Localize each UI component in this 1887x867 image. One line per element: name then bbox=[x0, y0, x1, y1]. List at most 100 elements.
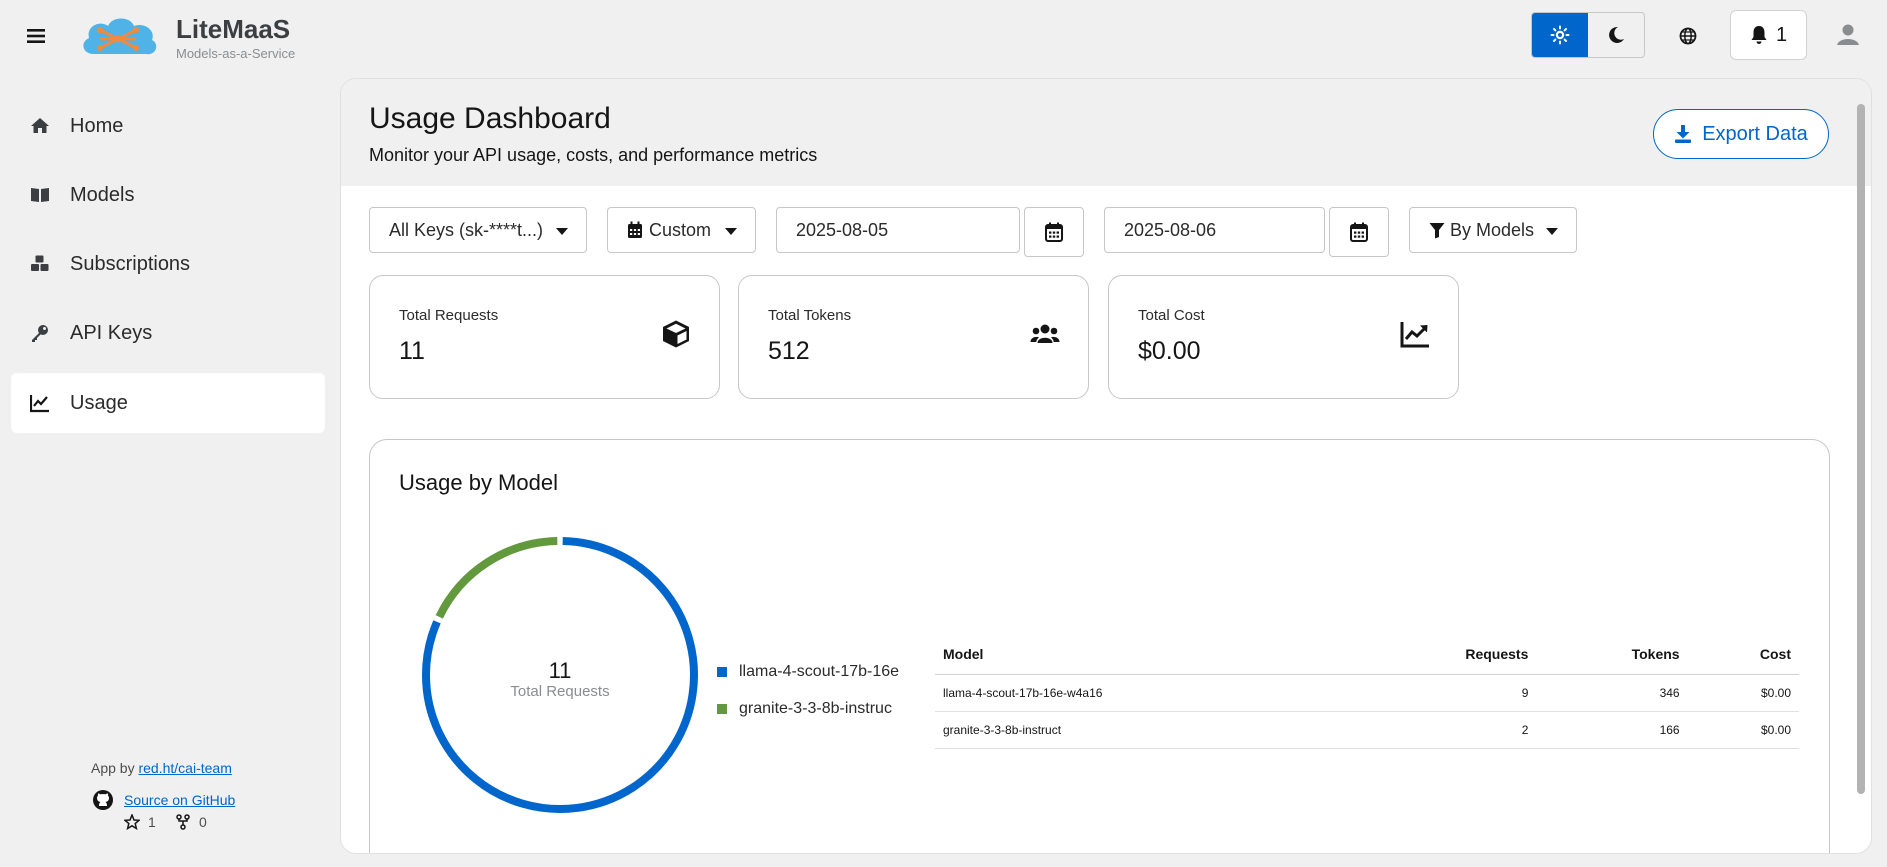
github-stars: 1 bbox=[124, 814, 156, 830]
credit-link[interactable]: red.ht/cai-team bbox=[138, 760, 231, 776]
total-requests-card: Total Requests 11 bbox=[369, 275, 720, 399]
caret-down-icon bbox=[556, 228, 568, 235]
column-header[interactable]: Tokens bbox=[1536, 634, 1688, 675]
sidebar-item-home[interactable]: Home bbox=[11, 96, 325, 156]
brand-name: LiteMaaS bbox=[176, 14, 291, 44]
usage-table: Model Requests Tokens Cost llama-4-scout… bbox=[935, 634, 1799, 749]
api-keys-select-value: All Keys (sk-****t...) bbox=[389, 219, 544, 240]
footer-credit: App by red.ht/cai-team bbox=[91, 760, 232, 776]
tokens-cell: 346 bbox=[1536, 674, 1688, 712]
stat-value: 512 bbox=[768, 337, 810, 365]
model-cell: granite-3-3-8b-instruct bbox=[935, 711, 1350, 749]
legend-item[interactable]: llama-4-scout-17b-16e bbox=[717, 653, 907, 690]
tokens-cell: 166 bbox=[1536, 711, 1688, 749]
export-data-label: Export Data bbox=[1702, 122, 1808, 145]
stat-label: Total Requests bbox=[399, 307, 499, 324]
caret-down-icon bbox=[1546, 228, 1558, 235]
stat-value: 11 bbox=[399, 337, 425, 365]
filter-icon bbox=[1429, 222, 1445, 239]
github-source-link[interactable]: Source on GitHub bbox=[124, 792, 235, 808]
sidebar-item-label: Models bbox=[70, 183, 135, 206]
stat-value: $0.00 bbox=[1138, 337, 1201, 365]
column-header[interactable]: Model bbox=[935, 634, 1350, 675]
globe-icon bbox=[1679, 27, 1697, 45]
chart-title: Usage by Model bbox=[399, 470, 558, 495]
date-range-select-value: Custom bbox=[649, 219, 712, 240]
donut-center-label: Total Requests bbox=[510, 683, 610, 700]
sidebar-item-api-keys[interactable]: API Keys bbox=[11, 303, 325, 363]
masthead: LiteMaaS Models-as-a-Service 1 bbox=[0, 0, 1887, 72]
dark-theme-button[interactable] bbox=[1588, 13, 1644, 57]
home-icon bbox=[30, 116, 50, 136]
stat-label: Total Cost bbox=[1138, 307, 1205, 324]
moon-icon bbox=[1606, 25, 1626, 45]
sidebar-nav: Home Models Subscriptions API Keys Usage bbox=[0, 72, 330, 867]
stat-label: Total Tokens bbox=[768, 307, 852, 324]
sidebar-item-subscriptions[interactable]: Subscriptions bbox=[11, 234, 325, 294]
page-header: Usage Dashboard Monitor your API usage, … bbox=[341, 79, 1871, 186]
main-panel: Usage Dashboard Monitor your API usage, … bbox=[340, 78, 1872, 854]
column-header[interactable]: Requests bbox=[1349, 634, 1537, 675]
cost-cell: $0.00 bbox=[1687, 674, 1799, 712]
column-header[interactable]: Cost bbox=[1687, 634, 1799, 675]
legend-swatch bbox=[717, 703, 727, 714]
key-icon bbox=[30, 323, 50, 343]
table-row: llama-4-scout-17b-16e-w4a16 9 346 $0.00 bbox=[935, 674, 1799, 712]
total-cost-card: Total Cost $0.00 bbox=[1108, 275, 1459, 399]
sidebar-item-usage[interactable]: Usage bbox=[11, 373, 325, 433]
cubes-icon bbox=[30, 254, 50, 274]
fork-count: 0 bbox=[199, 814, 207, 830]
start-date-input[interactable] bbox=[776, 207, 1020, 253]
language-globe-button[interactable] bbox=[1670, 20, 1706, 52]
model-cell: llama-4-scout-17b-16e-w4a16 bbox=[935, 674, 1350, 712]
usage-by-model-card: Usage by Model 11 Total Requests llama-4… bbox=[369, 439, 1830, 853]
chart-legend: llama-4-scout-17b-16e granite-3-3-8b-ins… bbox=[717, 653, 907, 727]
users-icon bbox=[1030, 319, 1060, 349]
legend-item[interactable]: granite-3-3-8b-instruc bbox=[717, 690, 907, 727]
group-by-select[interactable]: By Models bbox=[1409, 207, 1577, 253]
legend-label: granite-3-3-8b-instruc bbox=[739, 699, 892, 717]
sidebar-item-models[interactable]: Models bbox=[11, 165, 325, 225]
github-icon bbox=[92, 789, 114, 811]
hamburger-menu-icon[interactable] bbox=[24, 24, 48, 48]
bell-icon bbox=[1750, 25, 1768, 45]
table-header-row: Model Requests Tokens Cost bbox=[935, 634, 1799, 675]
legend-swatch bbox=[717, 666, 727, 677]
github-forks: 0 bbox=[175, 814, 207, 830]
requests-cell: 9 bbox=[1349, 674, 1537, 712]
scrollbar-thumb[interactable] bbox=[1857, 104, 1865, 794]
star-icon bbox=[124, 814, 140, 830]
calendar-icon bbox=[1045, 222, 1063, 242]
date-range-select[interactable]: Custom bbox=[607, 207, 756, 253]
donut-slice-granite-3-3-8b-instruct[interactable] bbox=[435, 537, 558, 619]
book-icon bbox=[30, 185, 50, 205]
sidebar-item-label: Usage bbox=[70, 391, 128, 414]
caret-down-icon bbox=[725, 228, 737, 235]
donut-center-value: 11 bbox=[548, 658, 572, 683]
litemaas-logo[interactable] bbox=[78, 12, 160, 60]
end-date-calendar-button[interactable] bbox=[1329, 207, 1389, 257]
legend-label: llama-4-scout-17b-16e bbox=[739, 662, 900, 680]
sidebar-item-label: API Keys bbox=[70, 321, 153, 344]
end-date-input[interactable] bbox=[1104, 207, 1325, 253]
light-theme-button[interactable] bbox=[1532, 13, 1588, 57]
export-data-button[interactable]: Export Data bbox=[1653, 109, 1829, 159]
calendar-icon bbox=[1350, 222, 1368, 242]
calendar-icon bbox=[627, 221, 643, 239]
start-date-calendar-button[interactable] bbox=[1024, 207, 1084, 257]
notifications-button[interactable]: 1 bbox=[1730, 10, 1807, 60]
brand-tagline: Models-as-a-Service bbox=[176, 46, 296, 61]
fork-icon bbox=[175, 814, 191, 830]
total-tokens-card: Total Tokens 512 bbox=[738, 275, 1089, 399]
user-avatar[interactable] bbox=[1830, 16, 1866, 52]
page-title: Usage Dashboard bbox=[369, 102, 611, 135]
cube-icon bbox=[661, 319, 691, 349]
requests-cell: 2 bbox=[1349, 711, 1537, 749]
table-row: granite-3-3-8b-instruct 2 166 $0.00 bbox=[935, 711, 1799, 749]
star-count: 1 bbox=[148, 814, 156, 830]
credit-prefix: App by bbox=[91, 760, 135, 776]
chart-line-icon bbox=[30, 393, 50, 413]
api-keys-select[interactable]: All Keys (sk-****t...) bbox=[369, 207, 587, 253]
main-scrollbar[interactable] bbox=[1852, 79, 1871, 853]
notification-count: 1 bbox=[1775, 23, 1788, 46]
